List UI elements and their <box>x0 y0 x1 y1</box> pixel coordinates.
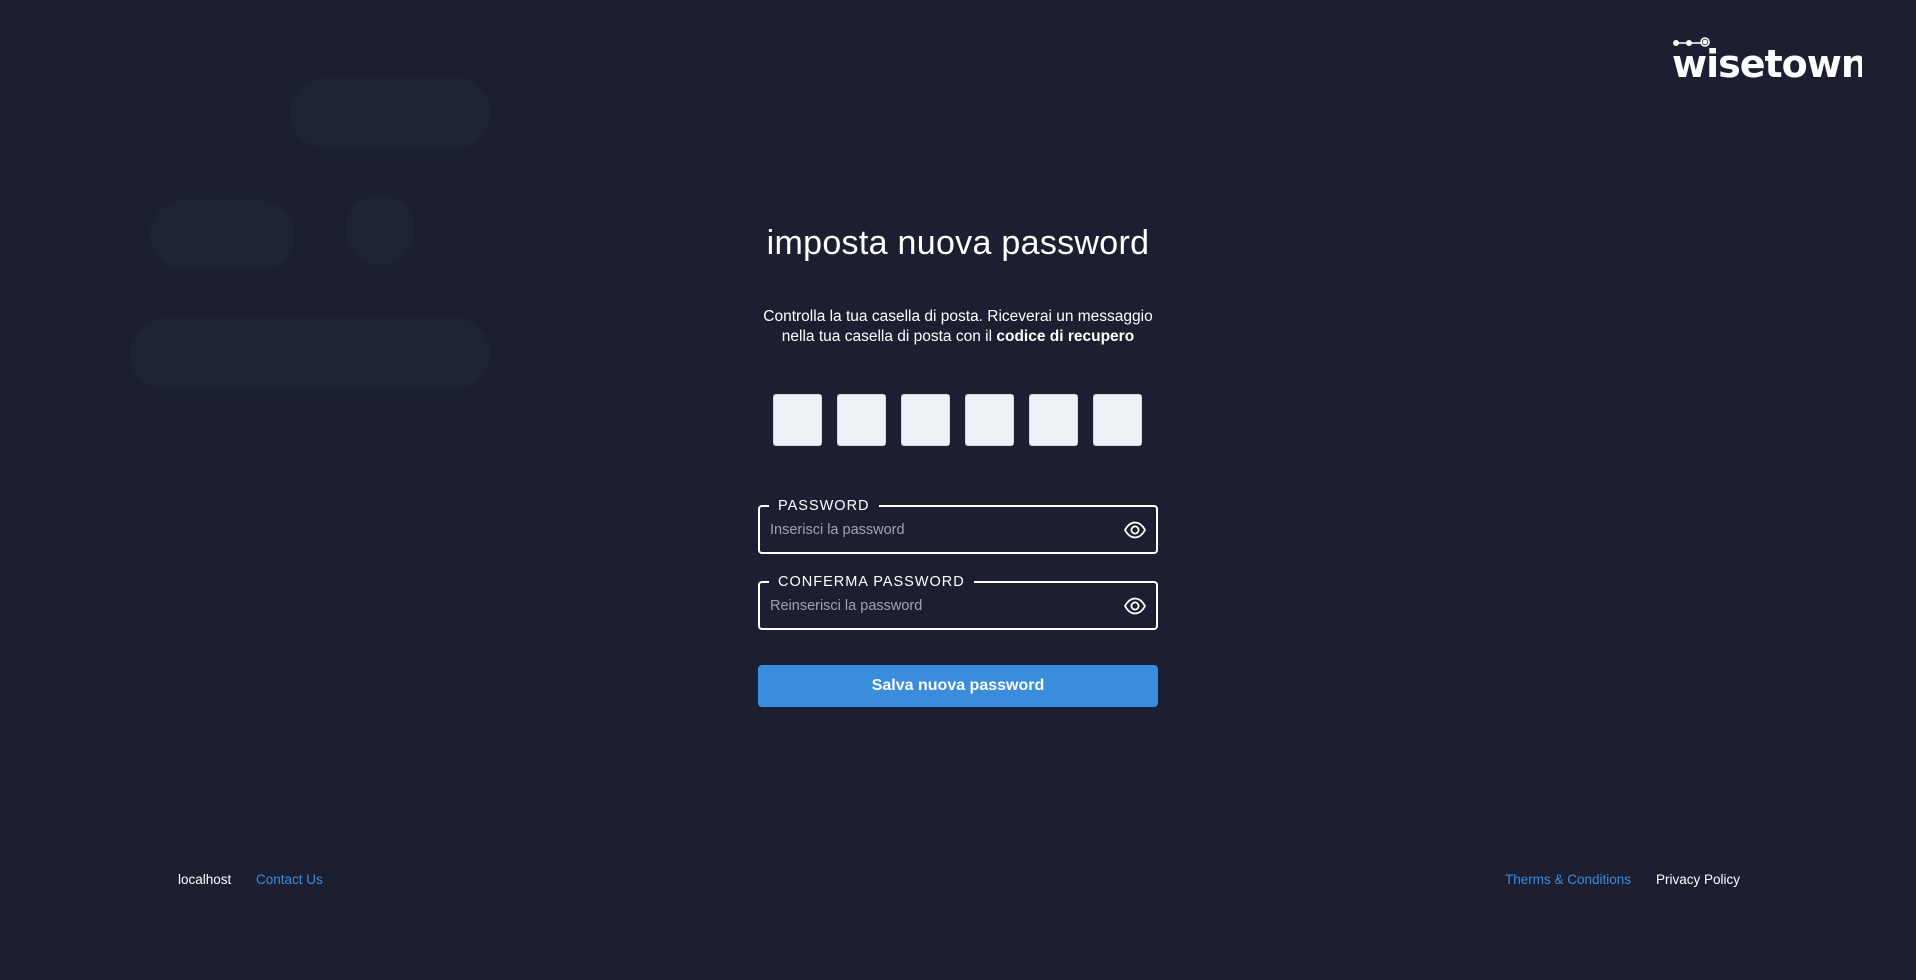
wisetown-logo: wisetown <box>1672 37 1862 84</box>
confirm-password-input[interactable] <box>770 595 1100 617</box>
reset-password-page: wisetown imposta nuova password Controll… <box>0 0 1916 980</box>
code-digit-4[interactable] <box>965 394 1014 446</box>
eye-icon[interactable] <box>1124 597 1146 615</box>
instructions-text: Controlla la tua casella di posta. Ricev… <box>758 307 1158 347</box>
svg-text:wisetown: wisetown <box>1672 42 1862 84</box>
code-digit-3[interactable] <box>901 394 950 446</box>
save-password-button[interactable]: Salva nuova password <box>758 665 1158 707</box>
code-digit-5[interactable] <box>1029 394 1078 446</box>
password-input[interactable] <box>770 519 1100 541</box>
code-digit-6[interactable] <box>1093 394 1142 446</box>
code-digit-1[interactable] <box>773 394 822 446</box>
password-field: PASSWORD <box>758 496 1158 554</box>
background-shape <box>290 78 490 148</box>
code-digit-2[interactable] <box>837 394 886 446</box>
confirm-password-label: CONFERMA PASSWORD <box>769 572 974 592</box>
privacy-policy-link[interactable]: Privacy Policy <box>1656 872 1740 888</box>
recovery-code-emphasis: codice di recupero <box>996 328 1135 345</box>
confirm-password-field: CONFERMA PASSWORD <box>758 572 1158 630</box>
footer-host: localhost <box>178 872 232 887</box>
terms-link[interactable]: Therms & Conditions <box>1505 872 1631 888</box>
contact-us-link[interactable]: Contact Us <box>256 872 323 888</box>
eye-icon[interactable] <box>1124 521 1146 539</box>
password-label: PASSWORD <box>769 496 879 516</box>
background-shape <box>130 318 490 390</box>
page-title: imposta nuova password <box>766 224 1150 262</box>
